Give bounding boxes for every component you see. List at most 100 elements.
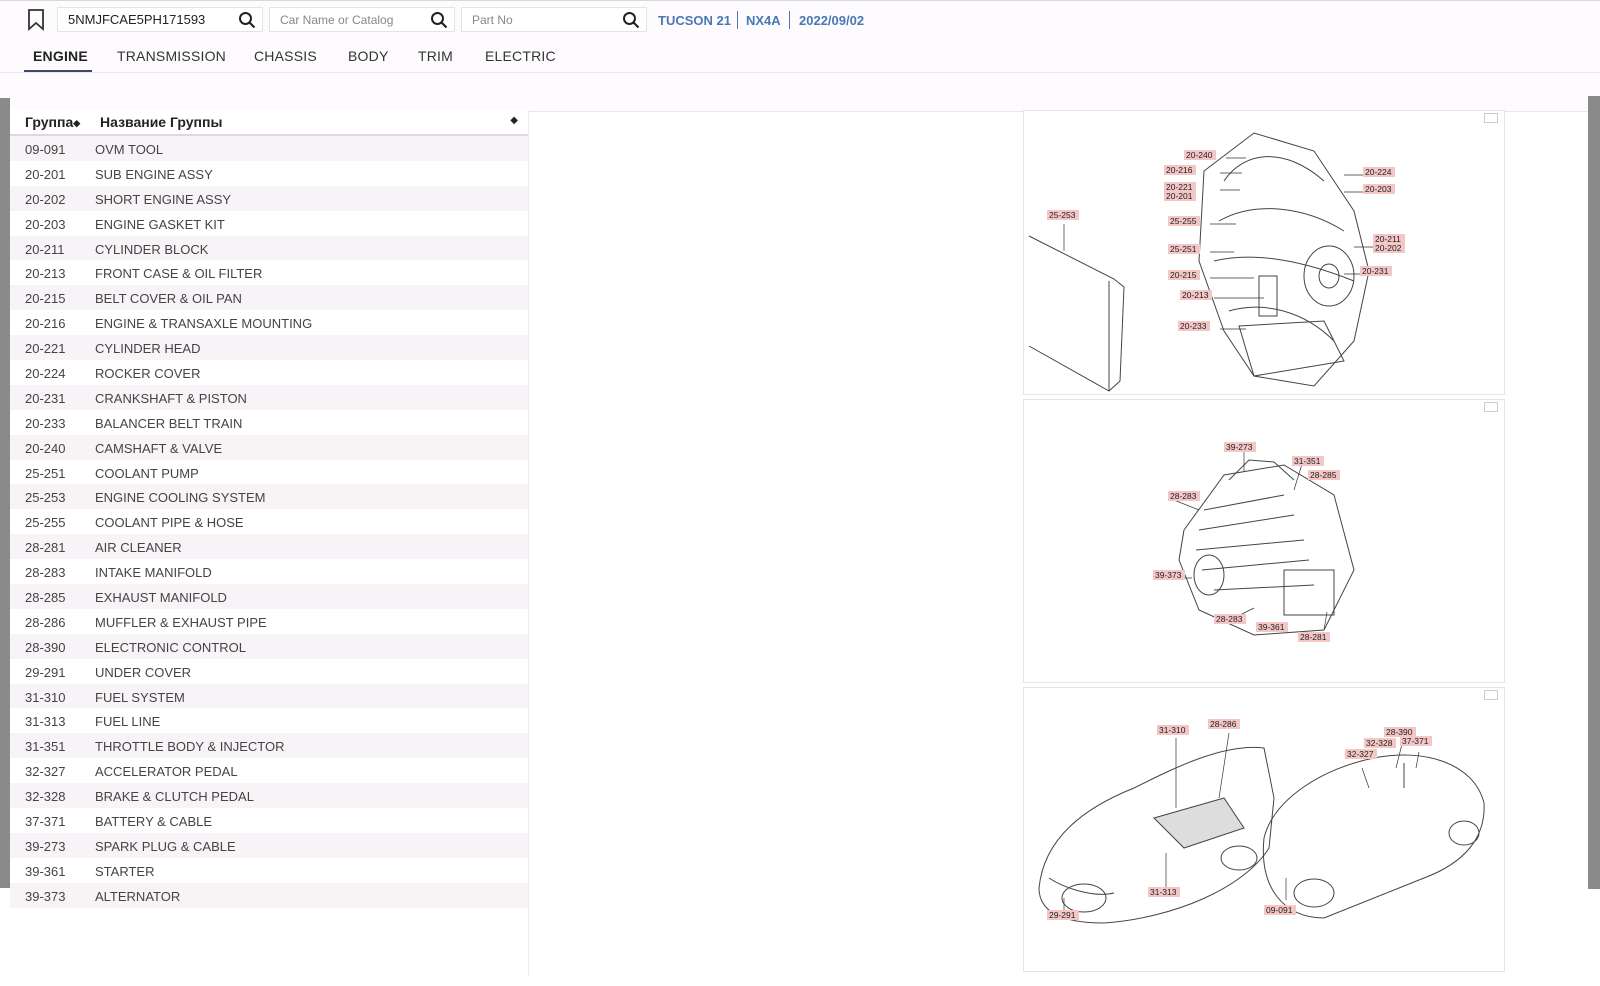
vehicle-model-link[interactable]: TUCSON 21 [658,13,731,28]
table-row[interactable]: 32-328 BRAKE & CLUTCH PEDAL [10,783,528,809]
part-callout[interactable]: 31-313 [1148,887,1180,897]
callout-label: 20-216 [1166,165,1193,175]
part-callout[interactable]: 31-351 [1292,456,1324,466]
table-row[interactable]: 31-313 FUEL LINE [10,708,528,734]
vehicle-code-link[interactable]: NX4A [746,13,781,28]
part-callout[interactable]: 32-328 [1364,738,1396,748]
table-body: 09-091 OVM TOOL 20-201 SUB ENGINE ASSY 20-20… [10,136,528,908]
group-code: 39-273 [25,838,66,854]
table-row[interactable]: 20-202 SHORT ENGINE ASSY [10,185,528,211]
car-search-input[interactable] [270,8,420,31]
table-row[interactable]: 20-203 ENGINE GASKET KIT [10,210,528,236]
callout-label: 28-283 [1216,614,1243,624]
table-row[interactable]: 39-273 SPARK PLUG & CABLE [10,832,528,858]
tab-trim[interactable]: TRIM [418,48,453,64]
table-row[interactable]: 28-283 INTAKE MANIFOLD [10,559,528,585]
part-callout[interactable]: 39-361 [1256,622,1288,632]
table-row[interactable]: 39-361 STARTER [10,857,528,883]
part-callout[interactable]: 29-291 [1047,910,1079,920]
table-row[interactable]: 25-253 ENGINE COOLING SYSTEM [10,484,528,510]
table-row[interactable]: 31-310 FUEL SYSTEM [10,683,528,709]
diagram-vehicle-overview[interactable]: 31-310 28-286 29-291 31-313 28-390 32-328 37-3… [1023,687,1505,972]
part-callout[interactable]: 28-285 [1308,470,1340,480]
table-row[interactable]: 20-211 CYLINDER BLOCK [10,235,528,261]
table-row[interactable]: 20-215 BELT COVER & OIL PAN [10,285,528,311]
tab-transmission[interactable]: TRANSMISSION [117,48,226,64]
part-callout[interactable]: 25-251 [1168,244,1200,254]
table-row[interactable]: 20-233 BALANCER BELT TRAIN [10,409,528,435]
sort-icon: ◆ [73,118,81,128]
table-row[interactable]: 09-091 OVM TOOL [10,136,528,161]
group-name: UNDER COVER [95,664,192,680]
vin-input[interactable] [58,8,228,31]
tab-electric[interactable]: ELECTRIC [485,48,556,64]
part-callout[interactable]: 20-202 [1373,243,1405,253]
column-header-group-name[interactable]: Название Группы [100,114,222,130]
tab-body[interactable]: BODY [348,48,388,64]
part-callout[interactable]: 28-286 [1208,719,1240,729]
group-code: 31-310 [25,689,66,705]
table-row[interactable]: 20-216 ENGINE & TRANSAXLE MOUNTING [10,310,528,336]
tab-engine[interactable]: ENGINE [33,48,88,64]
part-callout[interactable]: 09-091 [1264,905,1296,915]
part-callout[interactable]: 20-240 [1184,150,1216,160]
sort-icon[interactable]: ◆ [510,115,518,126]
part-callout[interactable]: 20-215 [1168,270,1200,280]
part-callout[interactable]: 20-213 [1180,290,1212,300]
table-row[interactable]: 32-327 ACCELERATOR PEDAL [10,758,528,784]
part-callout[interactable]: 32-327 [1345,749,1377,759]
part-callout[interactable]: 20-203 [1363,184,1395,194]
group-name: SUB ENGINE ASSY [95,166,213,182]
group-name: MUFFLER & EXHAUST PIPE [95,614,267,630]
table-row[interactable]: 25-251 COOLANT PUMP [10,459,528,485]
search-icon[interactable] [622,11,640,29]
group-code: 29-291 [25,664,66,680]
info-separator [789,11,790,29]
zoom-thumb-icon[interactable] [1484,402,1498,412]
diagram-intake-exhaust[interactable]: 39-273 31-351 28-285 28-283 39-373 28-283 39-3… [1023,399,1505,683]
part-callout[interactable]: 20-233 [1178,321,1210,331]
table-row[interactable]: 28-285 EXHAUST MANIFOLD [10,584,528,609]
search-icon[interactable] [430,11,448,29]
part-number-input[interactable] [462,8,612,31]
diagram-engine-assembly[interactable]: 20-240 20-216 20-221 20-201 25-255 25-251 20-2… [1023,110,1505,395]
search-icon[interactable] [238,11,256,29]
callout-label: 25-255 [1170,216,1197,226]
table-row[interactable]: 20-240 CAMSHAFT & VALVE [10,434,528,460]
bookmark-icon[interactable] [26,8,46,32]
table-row[interactable]: 20-224 ROCKER COVER [10,360,528,385]
table-row[interactable]: 20-201 SUB ENGINE ASSY [10,160,528,186]
part-callout[interactable]: 39-273 [1224,442,1256,452]
part-callout[interactable]: 28-281 [1298,632,1330,642]
vehicle-date: 2022/09/02 [799,13,865,28]
part-callout[interactable]: 28-283 [1214,614,1246,624]
part-callout[interactable]: 39-373 [1153,570,1185,580]
part-callout[interactable]: 25-255 [1168,216,1200,226]
table-row[interactable]: 37-371 BATTERY & CABLE [10,808,528,833]
table-row[interactable]: 20-231 CRANKSHAFT & PISTON [10,384,528,410]
table-row[interactable]: 29-291 UNDER COVER [10,658,528,684]
column-header-group[interactable]: Группа◆ [25,114,80,130]
callout-label: 28-286 [1210,719,1237,729]
part-callout[interactable]: 28-283 [1168,491,1200,501]
table-row[interactable]: 28-286 MUFFLER & EXHAUST PIPE [10,608,528,634]
part-callout[interactable]: 31-310 [1157,725,1189,735]
table-row[interactable]: 39-373 ALTERNATOR [10,882,528,908]
group-name: BALANCER BELT TRAIN [95,415,243,431]
part-callout[interactable]: 20-201 [1164,191,1196,201]
group-code: 28-283 [25,565,66,581]
zoom-thumb-icon[interactable] [1484,113,1498,123]
part-callout[interactable]: 25-253 [1047,210,1079,220]
table-row[interactable]: 20-221 CYLINDER HEAD [10,335,528,361]
table-row[interactable]: 20-213 FRONT CASE & OIL FILTER [10,260,528,286]
zoom-thumb-icon[interactable] [1484,690,1498,700]
table-row[interactable]: 31-351 THROTTLE BODY & INJECTOR [10,733,528,759]
table-row[interactable]: 28-390 ELECTRONIC CONTROL [10,633,528,659]
part-callout[interactable]: 20-231 [1360,266,1392,276]
tab-chassis[interactable]: CHASSIS [254,48,317,64]
part-callout[interactable]: 37-371 [1400,736,1432,746]
part-callout[interactable]: 20-216 [1164,165,1196,175]
table-row[interactable]: 25-255 COOLANT PIPE & HOSE [10,509,528,535]
part-callout[interactable]: 20-224 [1363,167,1395,177]
table-row[interactable]: 28-281 AIR CLEANER [10,534,528,560]
